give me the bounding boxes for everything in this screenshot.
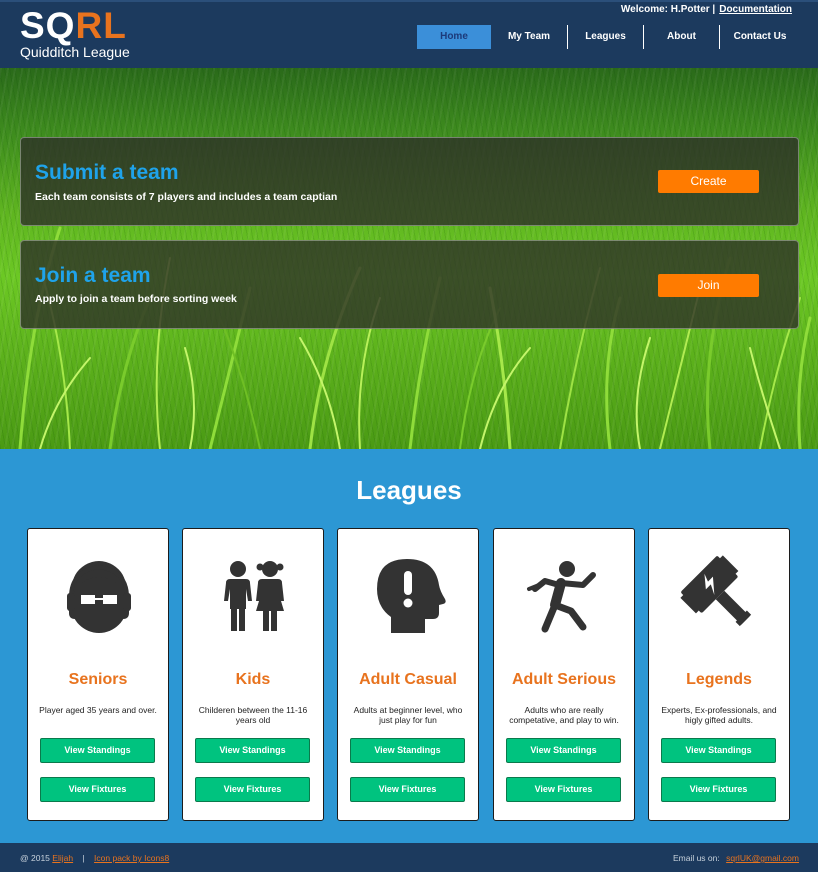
card-description: Childeren between the 11-16 years old xyxy=(198,705,308,725)
card-title: Adult Serious xyxy=(511,671,616,688)
site-footer: @ 2015 Elijah | Icon pack by Icons8 Emai… xyxy=(0,843,818,872)
author-link[interactable]: Elijah xyxy=(52,853,73,863)
welcome-bar: Welcome: H.Potter | Documentation xyxy=(621,4,792,15)
logo-subtitle: Quidditch League xyxy=(20,44,130,60)
card-title: Seniors xyxy=(68,671,128,688)
logo[interactable]: SQRL Quidditch League xyxy=(20,6,130,60)
senior-icon xyxy=(67,561,131,633)
nav-leagues[interactable]: Leagues xyxy=(567,25,643,49)
view-standings-button[interactable]: View Standings xyxy=(350,738,465,763)
view-fixtures-button[interactable]: View Fixtures xyxy=(350,777,465,802)
submit-team-title: Submit a team xyxy=(35,161,179,184)
hammer-icon xyxy=(680,555,752,627)
welcome-text: Welcome: H.Potter | xyxy=(620,4,716,15)
join-button[interactable]: Join xyxy=(658,274,759,297)
card-description: Player aged 35 years and over. xyxy=(39,705,157,715)
footer-contact: Email us on: sqrlUK@gmail.com xyxy=(673,853,799,863)
card-description: Adults at beginner level, who just play … xyxy=(353,705,463,725)
submit-team-panel: Submit a team Each team consists of 7 pl… xyxy=(20,137,799,226)
league-card-adult-serious: Adult Serious Adults who are really comp… xyxy=(493,528,635,821)
logo-wordmark: SQRL xyxy=(20,6,130,46)
view-fixtures-button[interactable]: View Fixtures xyxy=(40,777,155,802)
view-fixtures-button[interactable]: View Fixtures xyxy=(506,777,621,802)
footer-separator: | xyxy=(82,853,85,863)
runner-icon xyxy=(527,561,596,633)
email-label: Email us on: xyxy=(672,853,720,863)
create-button[interactable]: Create xyxy=(658,170,759,193)
league-card-legends: Legends Experts, Ex-professionals, and h… xyxy=(648,528,790,821)
view-standings-button[interactable]: View Standings xyxy=(40,738,155,763)
view-standings-button[interactable]: View Standings xyxy=(195,738,310,763)
documentation-link[interactable]: Documentation xyxy=(719,4,792,15)
email-link[interactable]: sqrlUK@gmail.com xyxy=(726,853,799,863)
site-header: SQRL Quidditch League Welcome: H.Potter … xyxy=(0,0,818,68)
icon-credit-link[interactable]: Icon pack by Icons8 xyxy=(94,853,169,863)
view-fixtures-button[interactable]: View Fixtures xyxy=(661,777,776,802)
nav-contact-us[interactable]: Contact Us xyxy=(719,25,800,49)
logo-rl: RL xyxy=(75,5,127,46)
hero-banner: Submit a team Each team consists of 7 pl… xyxy=(0,68,818,449)
view-standings-button[interactable]: View Standings xyxy=(506,738,621,763)
view-standings-button[interactable]: View Standings xyxy=(661,738,776,763)
submit-team-description: Each team consists of 7 players and incl… xyxy=(35,191,338,203)
league-card-kids: Kids Childeren between the 11-16 years o… xyxy=(182,528,324,821)
kids-icon xyxy=(224,561,284,631)
nav-about[interactable]: About xyxy=(643,25,719,49)
card-title: Kids xyxy=(235,671,271,688)
head-exclamation-icon xyxy=(377,559,446,633)
view-fixtures-button[interactable]: View Fixtures xyxy=(195,777,310,802)
join-team-panel: Join a team Apply to join a team before … xyxy=(20,240,799,329)
join-team-title: Join a team xyxy=(35,264,151,287)
leagues-heading: Leagues xyxy=(356,475,462,505)
nav-home[interactable]: Home xyxy=(417,25,491,49)
league-card-seniors: Seniors Player aged 35 years and over. V… xyxy=(27,528,169,821)
card-title: Adult Casual xyxy=(359,671,457,688)
logo-sq: SQ xyxy=(20,5,76,46)
main-nav: Home My Team Leagues About Contact Us xyxy=(417,25,800,49)
copyright-text: @ 2015 xyxy=(20,853,50,863)
join-team-description: Apply to join a team before sorting week xyxy=(35,293,237,305)
league-card-adult-casual: Adult Casual Adults at beginner level, w… xyxy=(337,528,479,821)
card-description: Adults who are really competative, and p… xyxy=(509,705,619,725)
footer-credits: @ 2015 Elijah | Icon pack by Icons8 xyxy=(20,853,169,863)
card-title: Legends xyxy=(686,671,752,688)
card-description: Experts, Ex-professionals, and higly gif… xyxy=(661,705,777,725)
nav-my-team[interactable]: My Team xyxy=(491,25,567,49)
